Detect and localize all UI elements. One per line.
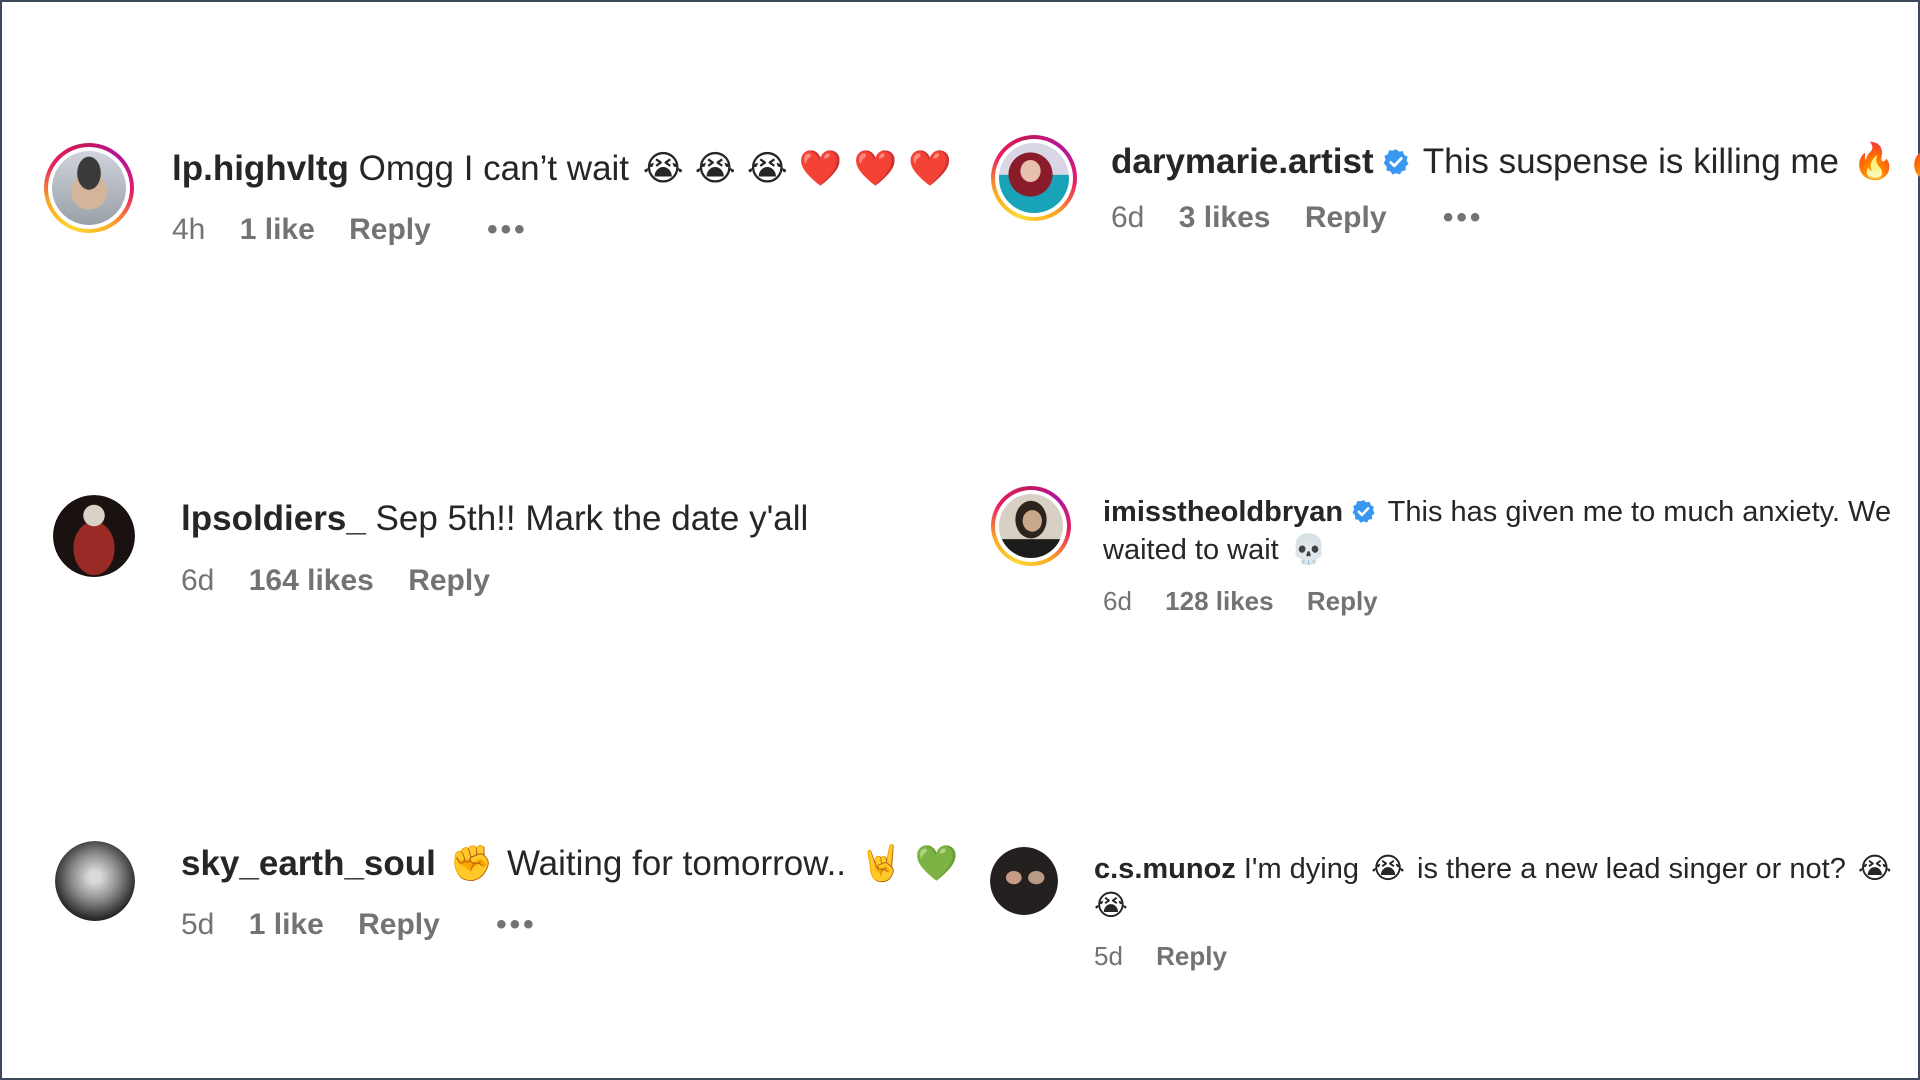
likes-count[interactable]: 128 likes <box>1165 586 1273 616</box>
avatar[interactable] <box>44 143 134 233</box>
comment-meta: 6d 164 likes Reply <box>181 564 516 598</box>
timestamp: 4h <box>172 213 206 246</box>
fire-emojis: 🔥 🔥 🔥 <box>1852 142 1920 182</box>
crying-emoji: 😭 <box>1094 888 1128 922</box>
timestamp: 5d <box>181 908 215 941</box>
comment-meta: 4h 1 like Reply ••• <box>172 213 554 247</box>
reply-button[interactable]: Reply <box>408 564 490 597</box>
crying-emoji: 😭 <box>1857 851 1892 885</box>
comments-frame: lp.highvltg Omgg I can’t wait 😭 😭 😭 ❤️ ❤… <box>0 0 1920 1080</box>
comment-meta: 6d 3 likes Reply ••• <box>1111 201 1509 235</box>
raised-fist-emoji: ✊ <box>449 844 494 884</box>
crying-heart-emojis: 😭 😭 😭 ❤️ ❤️ ❤️ <box>642 149 952 189</box>
reply-button[interactable]: Reply <box>1156 941 1227 971</box>
comment-text: Omgg I can’t wait <box>358 149 630 188</box>
comment-body: c.s.munoz I'm dying 😭 is there a new lea… <box>1094 849 1896 888</box>
username-link[interactable]: lpsoldiers_ <box>181 499 366 538</box>
more-options-icon[interactable]: ••• <box>487 213 528 246</box>
comment-text-continued: waited to wait <box>1103 534 1279 566</box>
crying-emoji: 😭 <box>1371 851 1405 885</box>
comment-text: This suspense is killing me <box>1422 142 1840 181</box>
reply-button[interactable]: Reply <box>358 908 440 941</box>
more-options-icon[interactable]: ••• <box>496 908 537 941</box>
avatar-photo <box>53 495 135 577</box>
timestamp: 6d <box>1103 586 1132 616</box>
comment-body-line2: 😭 <box>1094 886 1132 925</box>
verified-badge-icon <box>1383 149 1409 175</box>
comment-body: imisstheoldbryan This has given me to mu… <box>1103 493 1891 531</box>
username-link[interactable]: imisstheoldbryan <box>1103 496 1343 528</box>
avatar-photo <box>55 841 135 921</box>
avatar[interactable] <box>991 486 1071 566</box>
avatar-photo <box>990 847 1058 915</box>
comment-body: darymarie.artist This suspense is killin… <box>1111 142 1920 182</box>
comment-body: sky_earth_soul ✊ Waiting for tomorrow.. … <box>181 844 962 884</box>
rock-on-heart-emojis: 🤘 💚 <box>859 844 959 884</box>
likes-count[interactable]: 3 likes <box>1179 201 1271 234</box>
more-options-icon[interactable]: ••• <box>1443 201 1484 234</box>
reply-button[interactable]: Reply <box>1307 586 1378 616</box>
avatar[interactable] <box>55 841 135 921</box>
skull-emoji: 💀 <box>1290 532 1327 566</box>
timestamp: 5d <box>1094 941 1123 971</box>
comment-meta: 5d 1 like Reply ••• <box>181 908 563 942</box>
comment-text-after: is there a new lead singer or not? <box>1417 853 1846 885</box>
timestamp: 6d <box>181 564 215 597</box>
comment-text: I'm dying <box>1243 853 1360 885</box>
likes-count[interactable]: 1 like <box>240 213 315 246</box>
avatar[interactable] <box>991 135 1077 221</box>
avatar[interactable] <box>990 847 1058 915</box>
avatar[interactable] <box>53 495 135 577</box>
username-link[interactable]: sky_earth_soul <box>181 844 436 883</box>
reply-button[interactable]: Reply <box>1305 201 1387 234</box>
avatar-photo <box>52 151 126 225</box>
username-link[interactable]: c.s.munoz <box>1094 853 1236 885</box>
comment-text: This has given me to much anxiety. We <box>1387 496 1892 528</box>
comment-text: Waiting for tomorrow.. <box>506 844 847 883</box>
username-link[interactable]: lp.highvltg <box>172 149 349 188</box>
comment-body: lp.highvltg Omgg I can’t wait 😭 😭 😭 ❤️ ❤… <box>172 149 956 189</box>
avatar-photo <box>999 143 1069 213</box>
likes-count[interactable]: 1 like <box>249 908 324 941</box>
comment-body-line2: waited to wait 💀 <box>1103 530 1331 569</box>
avatar-photo <box>999 494 1063 558</box>
verified-badge-icon <box>1352 500 1375 523</box>
timestamp: 6d <box>1111 201 1145 234</box>
comment-meta: 6d 128 likes Reply <box>1103 584 1404 618</box>
reply-button[interactable]: Reply <box>349 213 431 246</box>
comment-body: lpsoldiers_ Sep 5th!! Mark the date y'al… <box>181 499 808 539</box>
likes-count[interactable]: 164 likes <box>249 564 374 597</box>
comment-meta: 5d Reply <box>1094 939 1253 973</box>
username-link[interactable]: darymarie.artist <box>1111 142 1374 181</box>
comment-text: Sep 5th!! Mark the date y'all <box>375 499 809 538</box>
